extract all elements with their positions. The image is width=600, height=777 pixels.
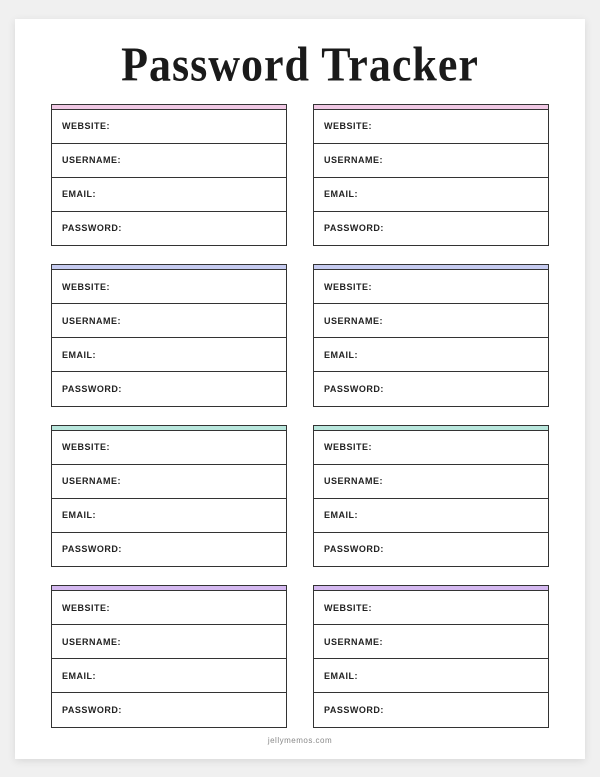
password-label: PASSWORD: — [62, 705, 122, 715]
field-row: USERNAME: — [52, 465, 286, 499]
field-row: WEBSITE: — [52, 431, 286, 465]
field-row: EMAIL: — [52, 338, 286, 372]
field-row: USERNAME: — [314, 625, 548, 659]
username-label: USERNAME: — [324, 476, 383, 486]
password-card: WEBSITE: USERNAME: EMAIL: PASSWORD: — [51, 425, 287, 568]
email-label: EMAIL: — [62, 189, 96, 199]
password-card: WEBSITE: USERNAME: EMAIL: PASSWORD: — [313, 585, 549, 728]
password-card: WEBSITE: USERNAME: EMAIL: PASSWORD: — [51, 585, 287, 728]
password-card: WEBSITE: USERNAME: EMAIL: PASSWORD: — [313, 425, 549, 568]
field-row: WEBSITE: — [52, 591, 286, 625]
website-label: WEBSITE: — [324, 121, 372, 131]
email-label: EMAIL: — [324, 189, 358, 199]
field-row: USERNAME: — [314, 304, 548, 338]
username-label: USERNAME: — [324, 155, 383, 165]
email-label: EMAIL: — [324, 350, 358, 360]
field-row: PASSWORD: — [52, 372, 286, 405]
field-row: WEBSITE: — [314, 270, 548, 304]
password-label: PASSWORD: — [324, 223, 384, 233]
field-row: PASSWORD: — [314, 212, 548, 245]
footer-credit: jellymemos.com — [51, 736, 549, 745]
website-label: WEBSITE: — [62, 282, 110, 292]
email-label: EMAIL: — [62, 350, 96, 360]
username-label: USERNAME: — [62, 316, 121, 326]
page: Password Tracker WEBSITE: USERNAME: EMAI… — [15, 19, 585, 759]
email-label: EMAIL: — [62, 510, 96, 520]
field-row: WEBSITE: — [314, 431, 548, 465]
username-label: USERNAME: — [62, 155, 121, 165]
field-row: USERNAME: — [52, 144, 286, 178]
field-row: EMAIL: — [52, 499, 286, 533]
password-card: WEBSITE: USERNAME: EMAIL: PASSWORD: — [313, 264, 549, 407]
field-row: EMAIL: — [52, 659, 286, 693]
field-row: PASSWORD: — [314, 693, 548, 726]
field-row: EMAIL: — [314, 499, 548, 533]
password-card: WEBSITE: USERNAME: EMAIL: PASSWORD: — [51, 104, 287, 247]
field-row: EMAIL: — [314, 659, 548, 693]
field-row: WEBSITE: — [52, 110, 286, 144]
field-row: PASSWORD: — [52, 212, 286, 245]
field-row: USERNAME: — [314, 144, 548, 178]
field-row: USERNAME: — [314, 465, 548, 499]
password-label: PASSWORD: — [62, 384, 122, 394]
password-label: PASSWORD: — [62, 223, 122, 233]
website-label: WEBSITE: — [62, 442, 110, 452]
field-row: EMAIL: — [52, 178, 286, 212]
email-label: EMAIL: — [62, 671, 96, 681]
website-label: WEBSITE: — [324, 282, 372, 292]
field-row: PASSWORD: — [52, 533, 286, 566]
website-label: WEBSITE: — [62, 121, 110, 131]
field-row: USERNAME: — [52, 625, 286, 659]
field-row: EMAIL: — [314, 338, 548, 372]
email-label: EMAIL: — [324, 671, 358, 681]
website-label: WEBSITE: — [324, 442, 372, 452]
page-title: Password Tracker — [51, 36, 549, 92]
website-label: WEBSITE: — [62, 603, 110, 613]
password-label: PASSWORD: — [324, 384, 384, 394]
card-grid: WEBSITE: USERNAME: EMAIL: PASSWORD: WEBS… — [51, 104, 549, 728]
username-label: USERNAME: — [324, 316, 383, 326]
username-label: USERNAME: — [324, 637, 383, 647]
username-label: USERNAME: — [62, 476, 121, 486]
field-row: WEBSITE: — [52, 270, 286, 304]
field-row: WEBSITE: — [314, 591, 548, 625]
password-card: WEBSITE: USERNAME: EMAIL: PASSWORD: — [313, 104, 549, 247]
password-label: PASSWORD: — [324, 705, 384, 715]
email-label: EMAIL: — [324, 510, 358, 520]
field-row: WEBSITE: — [314, 110, 548, 144]
field-row: EMAIL: — [314, 178, 548, 212]
field-row: PASSWORD: — [314, 372, 548, 405]
field-row: PASSWORD: — [314, 533, 548, 566]
website-label: WEBSITE: — [324, 603, 372, 613]
username-label: USERNAME: — [62, 637, 121, 647]
password-label: PASSWORD: — [62, 544, 122, 554]
field-row: PASSWORD: — [52, 693, 286, 726]
password-card: WEBSITE: USERNAME: EMAIL: PASSWORD: — [51, 264, 287, 407]
password-label: PASSWORD: — [324, 544, 384, 554]
field-row: USERNAME: — [52, 304, 286, 338]
